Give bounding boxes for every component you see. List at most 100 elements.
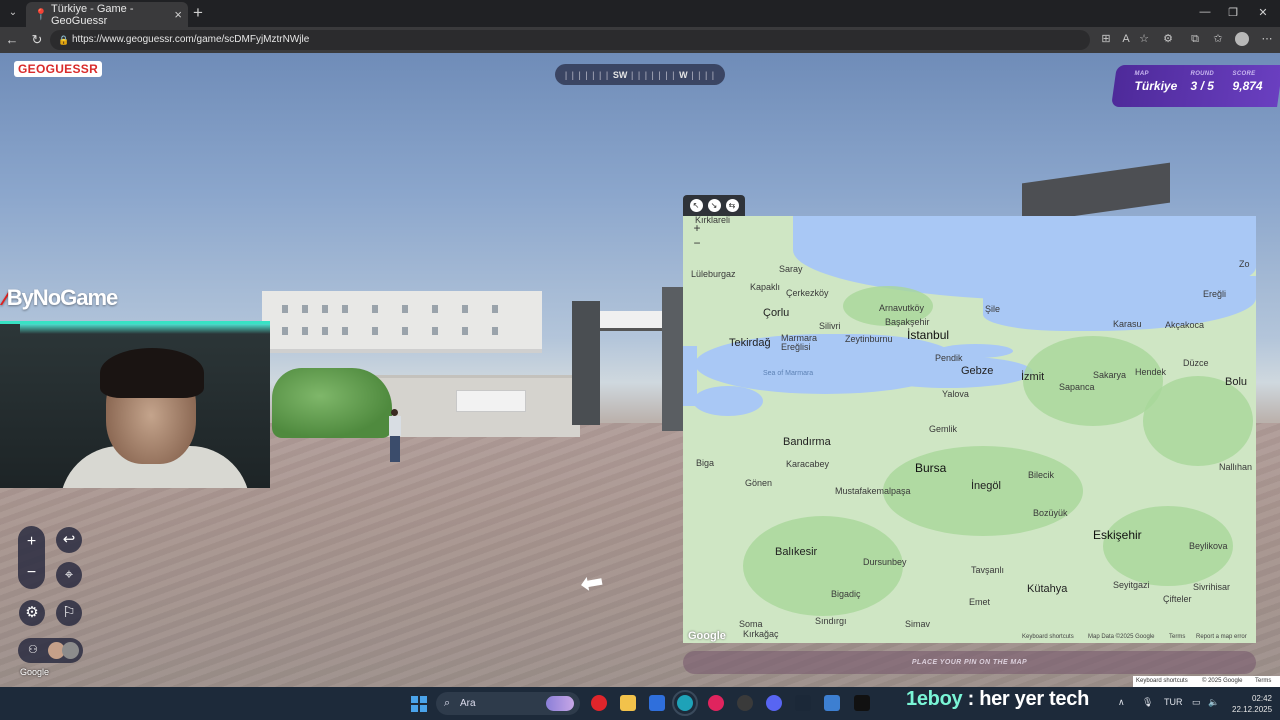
steam-icon[interactable] <box>795 695 811 711</box>
place-label: Eskişehir <box>1093 528 1142 542</box>
map-zoom-out-button[interactable]: − <box>688 236 706 251</box>
place-label: Şile <box>985 304 1001 314</box>
place-label: Gebze <box>961 365 994 377</box>
place-label: Mustafakemalpaşa <box>835 486 911 496</box>
place-label: Kırklareli <box>695 216 731 225</box>
school-building <box>262 291 542 353</box>
place-label: İstanbul <box>907 328 950 342</box>
favorite-star-icon[interactable]: ☆ <box>1137 32 1151 46</box>
browser-tab[interactable]: 📍 Türkiye - Game - GeoGuessr × <box>26 2 188 27</box>
close-tab-icon[interactable]: × <box>174 7 182 22</box>
hedge <box>272 368 392 438</box>
gate-pillar-right <box>662 287 684 431</box>
media-player-icon[interactable] <box>708 695 724 711</box>
place-label: Gemlik <box>929 424 958 434</box>
place-label: Bursa <box>915 461 947 475</box>
tab-list-icon[interactable]: ⌄ <box>6 6 20 20</box>
settings-button[interactable]: ⚙ <box>19 600 45 626</box>
place-label: Gönen <box>745 478 773 488</box>
map-shrink-icon[interactable]: ↘ <box>707 199 721 212</box>
favorites-icon[interactable]: ✩ <box>1211 32 1225 46</box>
volume-icon[interactable]: 🔈 <box>1208 697 1219 708</box>
zoom-out-button[interactable]: − <box>18 559 45 587</box>
map-info: MAP Türkiye <box>1134 71 1178 93</box>
vpn-app-icon[interactable] <box>649 695 665 711</box>
place-label: Beylikova <box>1189 541 1228 551</box>
building-right <box>1022 162 1170 224</box>
street-view-panorama[interactable]: ⬅ GEOGUESSR | | | | | | | SW | | | | | |… <box>0 53 1280 687</box>
profile-avatar[interactable] <box>1235 32 1249 46</box>
app-icon[interactable] <box>737 695 753 711</box>
return-to-start-button[interactable]: ⌖ <box>56 562 82 588</box>
display-icon[interactable]: ▭ <box>1192 697 1201 708</box>
place-label: Bigadiç <box>831 589 861 599</box>
photos-icon[interactable] <box>824 695 840 711</box>
round-info: ROUND 3 / 5 <box>1190 71 1215 93</box>
file-explorer-icon[interactable] <box>620 695 636 711</box>
restore-icon[interactable]: ❐ <box>1226 6 1240 19</box>
wall-banner <box>456 390 526 412</box>
discord-icon[interactable] <box>766 695 782 711</box>
lock-icon: 🔒 <box>58 35 70 45</box>
place-label: Simav <box>905 619 931 629</box>
refresh-icon[interactable]: ↻ <box>29 31 45 48</box>
close-window-icon[interactable]: ✕ <box>1256 6 1270 19</box>
tray-overflow-icon[interactable]: ∧ <box>1118 697 1125 708</box>
guess-button[interactable]: PLACE YOUR PIN ON THE MAP <box>683 651 1256 674</box>
players-button[interactable]: ⚇ <box>18 638 83 663</box>
copyright-text: © 2025 Google <box>1202 678 1243 684</box>
zoom-in-button[interactable]: + <box>18 528 45 556</box>
windows-taskbar: ⌕ Ara 1eboy : her yer tech ∧ 🎙 TUR ▭ 🔈 0… <box>0 687 1280 720</box>
gate-canopy <box>590 311 670 331</box>
clock-time: 02:42 <box>1251 694 1272 703</box>
place-label: Bandırma <box>783 436 831 448</box>
map-keyboard-shortcuts-link[interactable]: Keyboard shortcuts <box>1022 634 1074 640</box>
map-terms-link[interactable]: Terms <box>1169 634 1185 640</box>
app-install-icon[interactable]: ⊞ <box>1099 32 1113 46</box>
compass: | | | | | | | SW | | | | | | | W | | | | <box>555 64 725 85</box>
terms-link[interactable]: Terms <box>1255 678 1271 684</box>
panorama-attribution: Keyboard shortcuts © 2025 Google Terms <box>1133 676 1280 687</box>
compass-heading-sw: SW <box>612 69 628 80</box>
undo-move-button[interactable]: ↩ <box>56 527 82 553</box>
place-label: Çorlu <box>763 307 790 319</box>
split-screen-icon[interactable]: ⧉ <box>1188 32 1202 46</box>
taskbar-search[interactable]: ⌕ Ara <box>436 692 580 715</box>
geoguessr-favicon: 📍 <box>34 8 48 21</box>
microphone-icon[interactable]: 🎙 <box>1142 697 1153 708</box>
back-icon[interactable]: ← <box>4 31 20 48</box>
score-info: SCORE 9,874 <box>1232 71 1263 93</box>
map-report-error-link[interactable]: Report a map error <box>1196 634 1247 640</box>
place-label: Yalova <box>942 389 969 399</box>
search-icon: ⌕ <box>444 697 451 709</box>
more-menu-icon[interactable]: ⋯ <box>1260 32 1274 46</box>
epic-games-icon[interactable] <box>854 695 870 711</box>
guess-map[interactable]: + − Kırklareli Lüleburgaz Saray Kapaklı … <box>683 216 1256 643</box>
url-input[interactable]: 🔒 https://www.geoguessr.com/game/scDMFyj… <box>50 30 1090 50</box>
map-attribution: Keyboard shortcuts Map Data ©2025 Google… <box>683 632 1256 643</box>
place-label: Tavşanlı <box>971 565 1005 575</box>
flag-button[interactable]: ⚐ <box>56 600 82 626</box>
place-label: Bozüyük <box>1033 508 1068 518</box>
keyboard-shortcuts-link[interactable]: Keyboard shortcuts <box>1136 678 1188 684</box>
extensions-icon[interactable]: ⚙ <box>1161 32 1175 46</box>
system-clock[interactable]: 02:42 22.12.2025 <box>1232 693 1272 715</box>
map-zoom-controls: + − <box>688 221 706 251</box>
edge-icon[interactable] <box>672 690 698 716</box>
map-enlarge-icon[interactable]: ↖ <box>689 199 703 212</box>
minimize-icon[interactable]: — <box>1198 6 1212 18</box>
start-button-icon[interactable] <box>411 696 427 712</box>
place-label: Marmara Ereğlisi <box>781 333 818 352</box>
new-tab-button[interactable]: + <box>193 4 203 22</box>
opera-icon[interactable] <box>591 695 607 711</box>
aegean-edge <box>683 346 697 406</box>
place-label: Kapaklı <box>750 282 781 292</box>
geoguessr-logo[interactable]: GEOGUESSR <box>14 61 103 77</box>
map-pin-icon[interactable]: ⇆ <box>725 199 739 212</box>
place-label: Akçakoca <box>1165 320 1205 330</box>
input-language[interactable]: TUR <box>1164 697 1183 707</box>
place-label: Hendek <box>1135 367 1167 377</box>
place-label: Pendik <box>935 353 963 363</box>
read-aloud-icon[interactable]: A <box>1119 32 1133 46</box>
gate-pillar <box>572 301 600 425</box>
